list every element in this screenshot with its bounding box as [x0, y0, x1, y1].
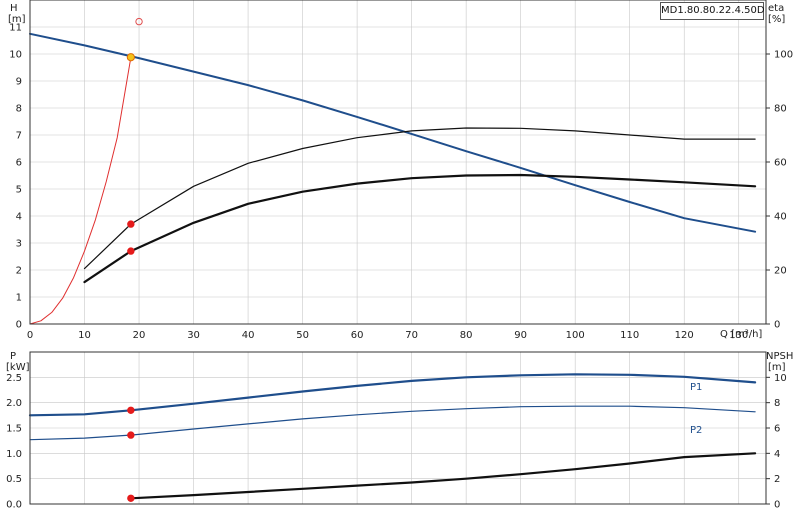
bottom-right-axis-unit: [m] [768, 362, 786, 373]
y-right-tick-bottom-6: 6 [774, 424, 780, 435]
y-left-tick-bottom-0.5: 0.5 [6, 474, 22, 485]
x-axis-label: Q [m³/h] [720, 329, 762, 340]
y-left-tick-top-4: 4 [16, 212, 22, 223]
model-label: MD1.80.80.22.4.50D [660, 2, 765, 20]
point-duty [126, 53, 135, 62]
x-tick-120: 120 [675, 330, 694, 341]
y-left-tick-bottom-0: 0.0 [6, 500, 22, 511]
y-left-tick-top-8: 8 [16, 104, 22, 115]
x-tick-50: 50 [296, 330, 309, 341]
pump-curve-chart: 0 10 20 30 40 50 60 70 80 90 100 110 120 130012345678… [6, 0, 793, 511]
series-line-NPSH [129, 452, 757, 500]
y-left-tick-top-1: 1 [16, 293, 22, 304]
y-right-tick-top-60: 60 [774, 158, 787, 169]
y-right-tick-bottom-10: 10 [774, 373, 787, 384]
x-tick-20: 20 [133, 330, 146, 341]
x-tick-60: 60 [351, 330, 364, 341]
y-left-tick-top-5: 5 [16, 185, 22, 196]
y-left-tick-top-7: 7 [16, 131, 22, 142]
bottom-left-axis-label: P [10, 351, 16, 362]
y-right-tick-top-80: 80 [774, 104, 787, 115]
top-right-axis-label: eta [768, 3, 784, 14]
top-left-axis-label: H [10, 3, 18, 14]
x-tick-0: 0 [27, 330, 33, 341]
y-left-tick-bottom-2: 2.0 [6, 398, 22, 409]
series-label-p1: P1 [690, 382, 702, 393]
y-right-tick-top-20: 20 [774, 266, 787, 277]
point-P2-pt [127, 431, 135, 439]
y-right-tick-top-100: 100 [774, 50, 793, 61]
y-right-tick-bottom-4: 4 [774, 449, 780, 460]
y-left-tick-top-2: 2 [16, 266, 22, 277]
series-label-p2: P2 [690, 425, 702, 436]
y-right-tick-bottom-2: 2 [774, 474, 780, 485]
top-panel-grid [29, 0, 766, 325]
x-tick-30: 30 [187, 330, 200, 341]
x-tick-90: 90 [514, 330, 527, 341]
y-left-tick-top-9: 9 [16, 77, 22, 88]
x-tick-70: 70 [405, 330, 418, 341]
y-left-tick-top-10: 10 [9, 50, 22, 61]
bottom-right-axis-label: NPSH [766, 351, 793, 362]
point-P1-pt [127, 406, 135, 414]
top-right-axis-unit: [%] [768, 14, 785, 25]
y-left-tick-top-3: 3 [16, 239, 22, 250]
y-left-tick-top-6: 6 [16, 158, 22, 169]
y-left-tick-top-0: 0 [16, 320, 22, 331]
y-left-tick-bottom-2.5: 2.5 [6, 373, 22, 384]
x-tick-110: 110 [620, 330, 639, 341]
series-line-eta-thin [83, 127, 756, 270]
y-left-tick-bottom-1.5: 1.5 [6, 424, 22, 435]
point-eta-thick-pt [127, 247, 135, 255]
point-eta-thin-pt [127, 220, 135, 228]
x-tick-40: 40 [242, 330, 255, 341]
x-tick-10: 10 [78, 330, 91, 341]
x-tick-100: 100 [566, 330, 585, 341]
y-right-tick-bottom-0: 0 [774, 500, 780, 511]
y-left-tick-bottom-1: 1.0 [6, 449, 22, 460]
y-right-tick-top-0: 0 [774, 320, 780, 331]
y-right-tick-top-40: 40 [774, 212, 787, 223]
x-tick-80: 80 [460, 330, 473, 341]
point-NPSH-pt [127, 494, 135, 502]
series-line-system [29, 56, 132, 325]
top-left-axis-unit: [m] [8, 14, 26, 25]
y-right-tick-bottom-8: 8 [774, 398, 780, 409]
bottom-left-axis-unit: [kW] [6, 362, 30, 373]
